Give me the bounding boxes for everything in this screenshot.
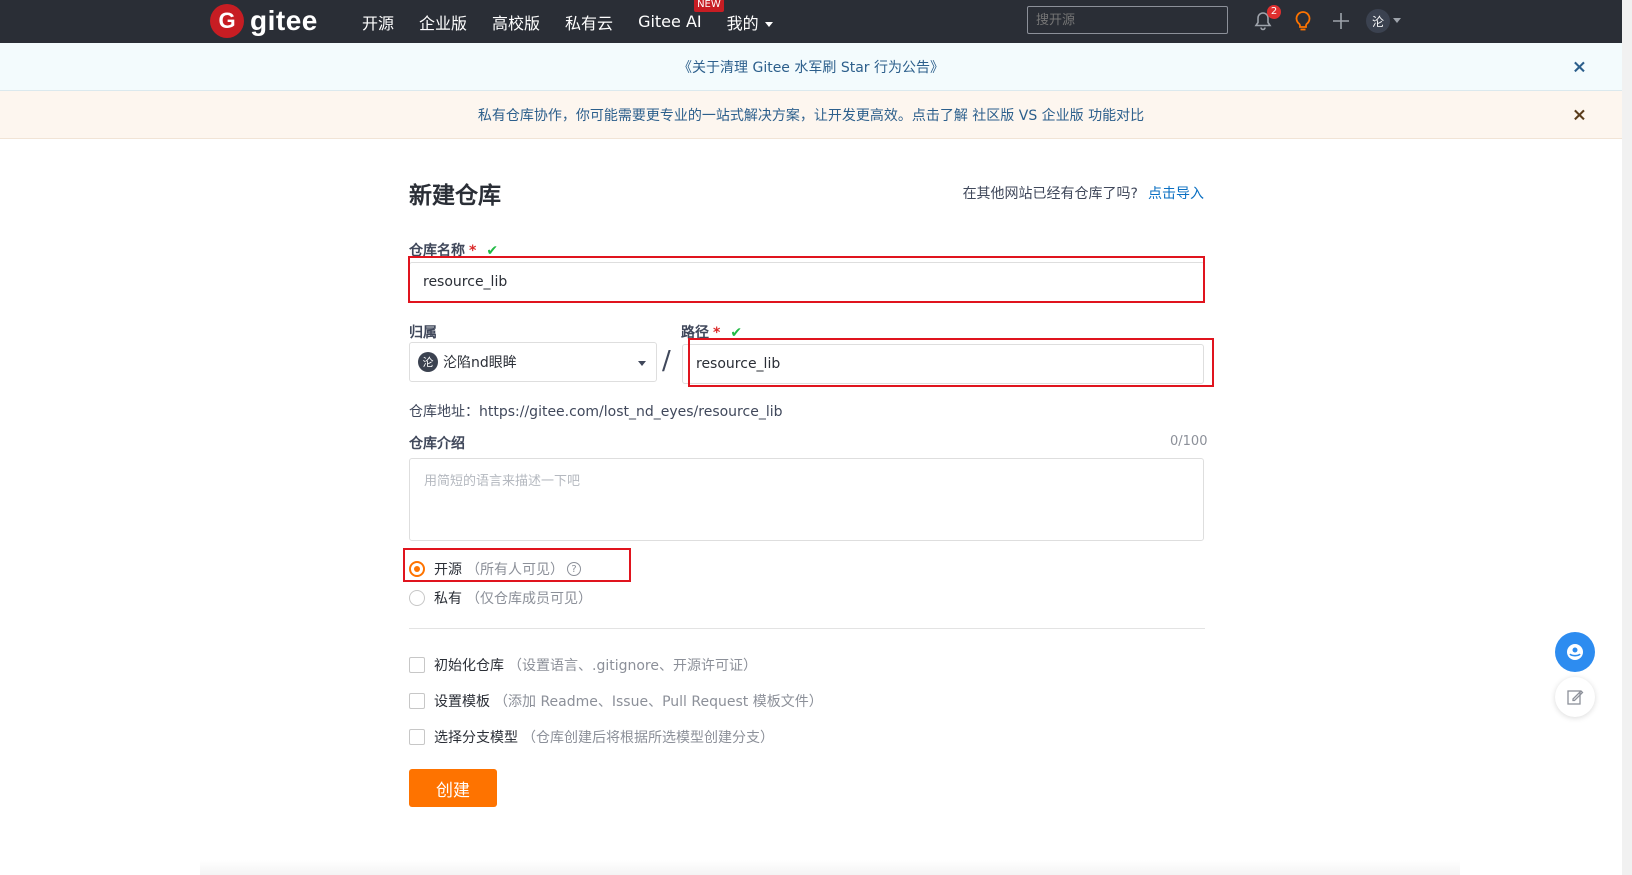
owner-select-value: 沦陷nd眼眸 (443, 355, 517, 371)
visibility-private-label: 私有 (434, 591, 462, 607)
import-hint-text: 在其他网站已经有仓库了吗? (962, 186, 1138, 202)
init-repo-label: 初始化仓库 (434, 658, 504, 674)
footer-shadow (200, 860, 1460, 875)
branch-model-checkbox[interactable] (409, 729, 425, 745)
owner-select[interactable]: 沦 沦陷nd眼眸 (409, 342, 657, 382)
template-label: 设置模板 (434, 694, 490, 710)
highlight-box (688, 338, 1214, 387)
chevron-down-icon[interactable] (1393, 18, 1401, 23)
lightbulb-icon[interactable] (1290, 8, 1316, 34)
template-hint: （添加 Readme、Issue、Pull Request 模板文件） (494, 694, 823, 710)
visibility-private-option[interactable]: 私有 （仅仓库成员可见） (409, 588, 592, 608)
radio-private[interactable] (409, 590, 425, 606)
repo-url: 仓库地址：https://gitee.com/lost_nd_eyes/reso… (409, 401, 782, 421)
owner-label: 归属 (409, 325, 437, 341)
nav-item-gitee-ai-label: Gitee AI (638, 12, 702, 31)
highlight-box (403, 548, 631, 582)
nav-item-open-source[interactable]: 开源 (362, 10, 394, 34)
search-input[interactable] (1027, 6, 1228, 34)
top-navbar: G gitee 开源 企业版 高校版 私有云 Gitee AI NEW 我的 2… (0, 0, 1622, 43)
page-scrollbar[interactable] (1622, 0, 1632, 875)
customer-service-icon[interactable] (1555, 632, 1595, 672)
feedback-edit-icon[interactable] (1555, 677, 1595, 717)
path-separator: / (662, 346, 671, 376)
promo-banner: 私有仓库协作，你可能需要更专业的一站式解决方案，让开发更高效。点击了解 社区版 … (0, 91, 1622, 139)
visibility-private-hint: （仅仓库成员可见） (466, 591, 592, 607)
user-avatar[interactable]: 沦 (1366, 9, 1390, 33)
notification-bell-icon[interactable]: 2 (1250, 5, 1281, 34)
gitee-logo-text: gitee (250, 5, 318, 36)
nav-item-education[interactable]: 高校版 (492, 10, 540, 34)
import-link[interactable]: 点击导入 (1148, 186, 1204, 202)
plus-icon[interactable] (1328, 8, 1354, 34)
nav-item-mine[interactable]: 我的 (727, 10, 773, 34)
template-checkbox[interactable] (409, 693, 425, 709)
announcement-banner: 《关于清理 Gitee 水军刷 Star 行为公告》 × (0, 43, 1622, 91)
repo-url-label: 仓库地址： (409, 404, 479, 420)
branch-model-label: 选择分支模型 (434, 730, 518, 746)
nav-item-gitee-ai[interactable]: Gitee AI NEW (638, 0, 724, 31)
owner-avatar: 沦 (418, 352, 438, 372)
template-option[interactable]: 设置模板 （添加 Readme、Issue、Pull Request 模板文件） (409, 691, 823, 711)
announcement-link[interactable]: 《关于清理 Gitee 水军刷 Star 行为公告》 (678, 57, 944, 77)
divider (409, 628, 1205, 629)
intro-textarea[interactable]: 用简短的语言来描述一下吧 (409, 458, 1204, 541)
chevron-down-icon (638, 361, 646, 366)
notification-count-badge: 2 (1267, 5, 1281, 19)
nav-item-private-cloud[interactable]: 私有云 (565, 10, 613, 34)
page-title: 新建仓库 (409, 183, 501, 209)
gitee-logo-icon: G (210, 4, 244, 38)
init-repo-option[interactable]: 初始化仓库 （设置语言、.gitignore、开源许可证） (409, 655, 757, 675)
create-button[interactable]: 创建 (409, 769, 497, 807)
gitee-logo[interactable]: G gitee (210, 4, 318, 38)
import-hint: 在其他网站已经有仓库了吗? 点击导入 (963, 183, 1204, 203)
init-repo-hint: （设置语言、.gitignore、开源许可证） (508, 658, 757, 674)
promo-link[interactable]: 私有仓库协作，你可能需要更专业的一站式解决方案，让开发更高效。点击了解 社区版 … (478, 105, 1144, 125)
init-repo-checkbox[interactable] (409, 657, 425, 673)
nav-item-enterprise[interactable]: 企业版 (419, 10, 467, 34)
intro-label: 仓库介绍 (409, 436, 465, 452)
highlight-box (408, 256, 1205, 303)
chevron-down-icon (764, 21, 773, 27)
intro-char-counter: 0/100 (1170, 434, 1208, 449)
nav-menu: 开源 企业版 高校版 私有云 Gitee AI NEW 我的 (362, 0, 773, 43)
new-badge: NEW (694, 0, 724, 12)
close-icon[interactable]: × (1572, 104, 1587, 125)
nav-item-mine-label: 我的 (726, 13, 759, 33)
branch-model-hint: （仓库创建后将根据所选模型创建分支） (522, 730, 774, 746)
repo-url-value: https://gitee.com/lost_nd_eyes/resource_… (479, 404, 783, 420)
close-icon[interactable]: × (1572, 56, 1587, 77)
branch-model-option[interactable]: 选择分支模型 （仓库创建后将根据所选模型创建分支） (409, 727, 774, 747)
